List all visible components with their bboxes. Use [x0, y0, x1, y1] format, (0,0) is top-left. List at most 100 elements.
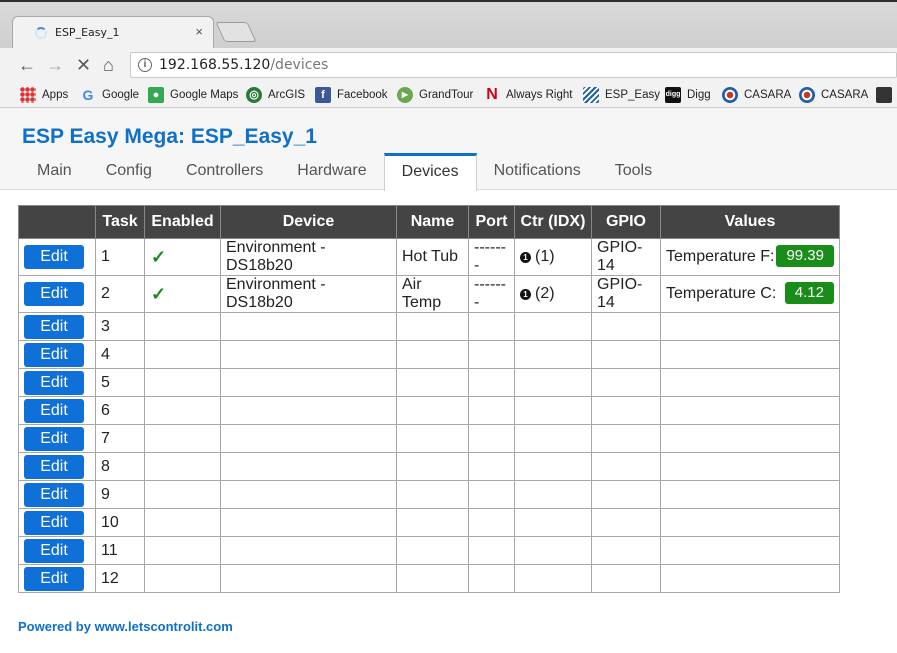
task-cell: 12 — [95, 564, 145, 593]
edit-button[interactable]: Edit — [24, 482, 84, 507]
tab-devices[interactable]: Devices — [383, 153, 477, 191]
table-row: Edit 7 — [18, 424, 840, 453]
ctr-cell — [514, 536, 592, 565]
name-cell — [396, 424, 469, 453]
value-badge: 4.12 — [784, 282, 834, 304]
bookmark-apps[interactable]: Apps — [20, 87, 68, 103]
enabled-cell: ✓ — [144, 238, 221, 276]
page-title: ESP Easy Mega: ESP_Easy_1 — [22, 125, 317, 148]
ctr-cell — [514, 340, 592, 369]
esp-easy-stripes-icon — [583, 87, 599, 103]
header-port: Port — [468, 205, 515, 239]
table-row: Edit 11 — [18, 536, 840, 565]
port-cell — [468, 368, 515, 397]
url-host: 192.168.55.120 — [159, 57, 271, 73]
address-bar[interactable]: i 192.168.55.120/devices — [130, 52, 897, 78]
task-number: 5 — [101, 373, 110, 391]
bookmark-grandtour[interactable]: ▶ GrandTour — [397, 87, 473, 103]
site-info-icon[interactable]: i — [138, 58, 152, 72]
device-cell — [220, 312, 397, 341]
bookmark-esp-easy[interactable]: ESP_Easy — [583, 87, 660, 103]
tab-hardware[interactable]: Hardware — [280, 153, 383, 190]
table-row: Edit 2 ✓ Environment - DS18b20 Air Temp -----… — [18, 275, 840, 313]
edit-button[interactable]: Edit — [24, 454, 84, 479]
edit-button[interactable]: Edit — [24, 426, 84, 451]
bookmark-facebook[interactable]: f Facebook — [315, 87, 388, 103]
table-row: Edit 4 — [18, 340, 840, 369]
google-maps-icon: ● — [148, 87, 164, 103]
ctr-cell — [514, 396, 592, 425]
enabled-cell — [144, 564, 221, 593]
devices-table: Task Enabled Device Name Port Ctr (IDX) … — [18, 205, 840, 593]
apps-grid-icon — [20, 87, 36, 103]
bookmark-label: Google — [102, 89, 140, 101]
gpio-cell: GPIO-14 — [591, 275, 661, 313]
casara-roundel-icon — [799, 87, 815, 103]
bookmark-casara-2[interactable]: CASARA — [799, 87, 868, 103]
device-name: Hot Tub — [402, 248, 459, 265]
header-ctr-idx: Ctr (IDX) — [514, 205, 592, 239]
device-type: Environment - DS18b20 — [226, 276, 326, 311]
port-cell: ------- — [468, 238, 515, 276]
edit-button[interactable]: Edit — [24, 342, 84, 367]
edit-button[interactable]: Edit — [24, 245, 84, 269]
edit-button[interactable]: Edit — [24, 510, 84, 535]
ctr-cell — [514, 508, 592, 537]
stop-loading-icon[interactable]: ✕ — [76, 55, 91, 76]
gpio-cell — [591, 368, 661, 397]
edit-button[interactable]: Edit — [24, 538, 84, 563]
home-icon[interactable]: ⌂ — [103, 55, 114, 76]
forward-arrow-icon[interactable]: → — [46, 55, 64, 76]
tab-notifications[interactable]: Notifications — [477, 153, 598, 190]
casara-roundel-icon — [722, 87, 738, 103]
gpio-cell — [591, 452, 661, 481]
value-label: Temperature F: — [666, 248, 775, 265]
bookmark-google-maps[interactable]: ● Google Maps — [148, 87, 238, 103]
edit-button[interactable]: Edit — [24, 314, 84, 339]
values-cell — [660, 340, 840, 369]
device-cell: Environment - DS18b20 — [220, 238, 397, 276]
edit-cell: Edit — [18, 536, 96, 565]
device-cell — [220, 424, 397, 453]
edit-button[interactable]: Edit — [24, 398, 84, 423]
enabled-cell — [144, 312, 221, 341]
browser-tab[interactable]: ESP_Easy_1 × — [12, 16, 214, 48]
task-number: 9 — [101, 485, 110, 503]
device-cell — [220, 536, 397, 565]
task-cell: 5 — [95, 368, 145, 397]
task-number: 6 — [101, 401, 110, 419]
bookmark-always-right[interactable]: N Always Right — [484, 87, 572, 103]
values-cell — [660, 536, 840, 565]
table-row: Edit 10 — [18, 508, 840, 537]
device-cell — [220, 340, 397, 369]
name-cell — [396, 396, 469, 425]
footer-powered-by[interactable]: Powered by www.letscontrolit.com — [18, 619, 233, 634]
bookmark-overflow[interactable] — [876, 87, 897, 103]
task-cell: 4 — [95, 340, 145, 369]
value-label: Temperature C: — [666, 285, 777, 302]
task-cell: 3 — [95, 312, 145, 341]
edit-cell: Edit — [18, 508, 96, 537]
back-arrow-icon[interactable]: ← — [18, 55, 36, 76]
tab-tools[interactable]: Tools — [598, 153, 669, 190]
edit-button[interactable]: Edit — [24, 370, 84, 395]
bookmark-label: CASARA — [744, 89, 792, 101]
port-cell — [468, 508, 515, 537]
name-cell — [396, 508, 469, 537]
tab-close-icon[interactable]: × — [195, 24, 203, 39]
tab-config[interactable]: Config — [89, 153, 169, 190]
port-cell — [468, 452, 515, 481]
tab-controllers[interactable]: Controllers — [169, 153, 280, 190]
header-task: Task — [95, 205, 145, 239]
tab-main[interactable]: Main — [20, 153, 89, 190]
bookmark-google[interactable]: G Google — [80, 87, 140, 103]
main-nav: Main Config Controllers Hardware Devices… — [20, 153, 669, 191]
edit-button[interactable]: Edit — [24, 282, 84, 306]
table-header-row: Task Enabled Device Name Port Ctr (IDX) … — [18, 205, 840, 239]
bookmark-digg[interactable]: digg Digg — [665, 87, 711, 103]
bookmark-casara-1[interactable]: CASARA — [722, 87, 791, 103]
edit-button[interactable]: Edit — [24, 566, 84, 591]
bookmark-arcgis[interactable]: ◎ ArcGIS — [246, 87, 305, 103]
bookmark-label: Apps — [42, 89, 69, 101]
device-cell — [220, 396, 397, 425]
